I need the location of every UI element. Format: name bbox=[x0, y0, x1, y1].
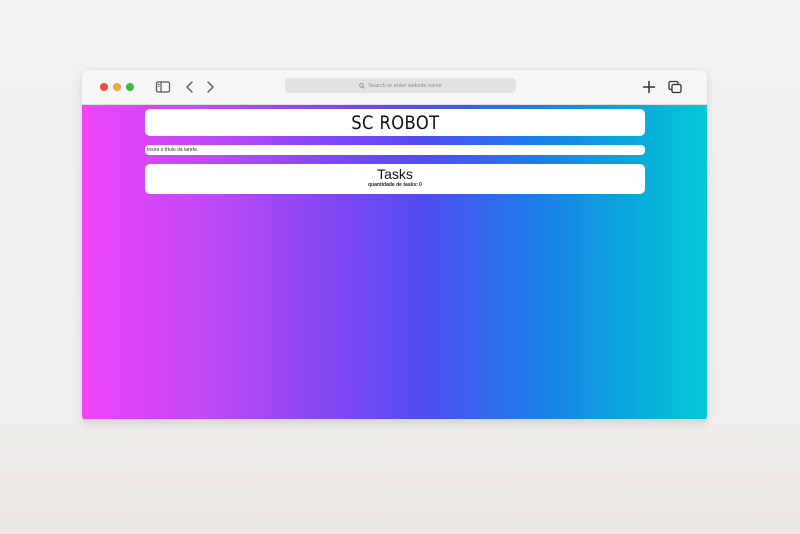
tasks-heading: Tasks bbox=[377, 166, 413, 182]
search-icon bbox=[359, 82, 366, 89]
minimize-window-button[interactable] bbox=[113, 83, 121, 91]
tasks-count: quantidade de tasks: 0 bbox=[368, 182, 422, 188]
sidebar-toggle-icon[interactable] bbox=[155, 79, 171, 95]
browser-toolbar: Search or enter website name bbox=[82, 70, 707, 105]
chevron-left-icon[interactable] bbox=[182, 79, 198, 95]
app-header: SC ROBOT bbox=[145, 109, 645, 136]
tasks-panel: Tasks quantidade de tasks: 0 bbox=[145, 164, 645, 194]
window-bottom-edge bbox=[82, 419, 707, 423]
close-window-button[interactable] bbox=[100, 83, 108, 91]
address-bar[interactable]: Search or enter website name bbox=[285, 78, 516, 93]
browser-window: Search or enter website name SC ROBOT Ta… bbox=[82, 70, 707, 422]
address-placeholder: Search or enter website name bbox=[368, 82, 442, 89]
task-title-input[interactable] bbox=[145, 145, 645, 155]
page-viewport: SC ROBOT Tasks quantidade de tasks: 0 bbox=[82, 105, 707, 422]
plus-icon[interactable] bbox=[641, 79, 657, 95]
tab-overview-icon[interactable] bbox=[667, 79, 683, 95]
chevron-right-icon[interactable] bbox=[202, 79, 218, 95]
zoom-window-button[interactable] bbox=[126, 83, 134, 91]
app-title: SC ROBOT bbox=[350, 111, 440, 134]
